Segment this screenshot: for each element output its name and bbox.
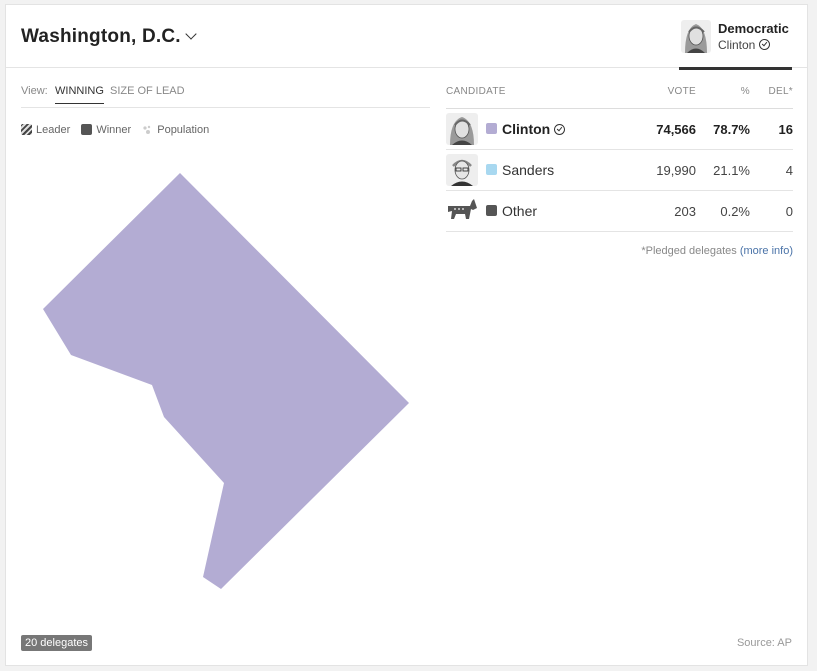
footnote: *Pledged delegates (more info) [641,245,793,257]
party-winner: Clinton [718,38,771,52]
vote-count: 74,566 [656,122,696,137]
tab-democratic[interactable]: Democratic Clinton [679,18,792,70]
legend-population: Population [142,124,209,136]
view-label: View: [21,85,48,97]
candidate-name: Other [502,203,538,219]
view-toggle: View: WINNING SIZE OF LEAD [21,81,430,108]
candidate-name-text: Clinton [502,121,551,137]
vote-count: 203 [674,204,696,219]
legend-leader: Leader [21,124,70,136]
delegates-badge: 20 delegates [21,635,92,651]
party-winner-name: Clinton [718,38,756,52]
results-table: CANDIDATE VOTE % DEL* Clinton 74,566 78.… [446,81,793,257]
candidate-color-swatch [486,123,497,134]
delegate-count: 4 [785,163,793,178]
footnote-text: *Pledged delegates [641,245,737,257]
candidate-color-swatch [486,205,497,216]
view-tab-size-of-lead[interactable]: SIZE OF LEAD [110,85,185,97]
delegate-count: 16 [778,122,793,137]
header-candidate: CANDIDATE [446,86,506,97]
dc-region[interactable] [43,173,409,589]
candidate-name: Clinton [502,121,566,137]
state-selector[interactable]: Washington, D.C. [21,26,197,48]
legend-leader-label: Leader [36,124,71,136]
clinton-portrait-icon [446,113,478,145]
sanders-portrait-icon [446,154,478,186]
map-legend: Leader Winner Population [21,124,217,136]
table-header: CANDIDATE VOTE % DEL* [446,81,793,109]
vote-percent: 78.7% [713,122,750,137]
leader-swatch-icon [21,124,32,135]
winner-swatch-icon [81,124,93,135]
check-circle-icon [554,124,566,135]
dc-map[interactable] [6,145,436,615]
democrat-donkey-icon [446,195,478,227]
header-vote: VOTE [667,86,696,97]
legend-winner: Winner [81,124,131,136]
header-pct: % [740,86,750,97]
chevron-down-icon [185,28,197,40]
table-row: Sanders 19,990 21.1% 4 [446,150,793,191]
more-info-link[interactable]: (more info) [740,245,793,257]
results-card: Washington, D.C. Democratic Clinton View… [5,4,808,666]
clinton-portrait-icon [681,20,711,53]
source-credit: Source: AP [736,637,792,649]
check-circle-icon [759,39,771,50]
population-dots-icon [143,125,151,134]
state-title: Washington, D.C. [21,26,181,47]
candidate-name: Sanders [502,162,555,178]
active-tab-indicator [679,67,792,70]
table-row: Other 203 0.2% 0 [446,191,793,232]
vote-percent: 0.2% [720,204,750,219]
header: Washington, D.C. Democratic Clinton [6,5,807,70]
candidate-color-swatch [486,164,497,175]
view-tab-winning[interactable]: WINNING [55,85,104,104]
table-row: Clinton 74,566 78.7% 16 [446,109,793,150]
vote-count: 19,990 [656,163,696,178]
delegate-count: 0 [785,204,793,219]
header-del: DEL* [768,86,793,97]
vote-percent: 21.1% [713,163,750,178]
legend-winner-label: Winner [96,124,132,136]
legend-population-label: Population [157,124,210,136]
party-name: Democratic [718,21,789,36]
